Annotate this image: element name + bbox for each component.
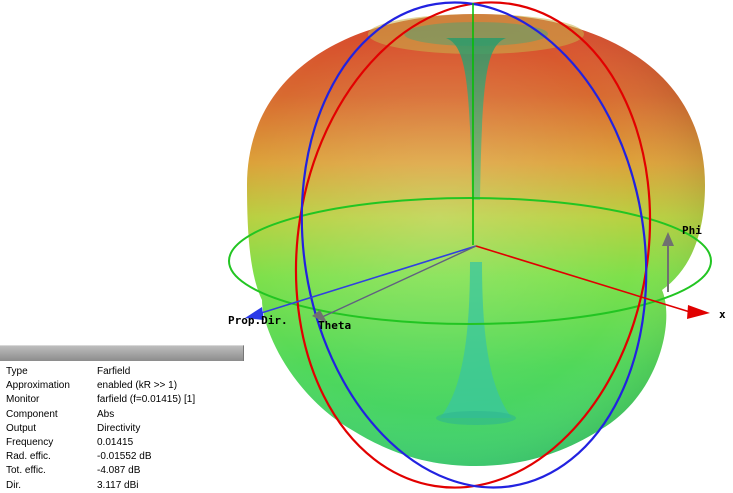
info-value: 3.117 dBi bbox=[97, 479, 139, 491]
info-row: Tot. effic. -4.087 dB bbox=[6, 464, 242, 478]
info-table: Type Farfield Approximation enabled (kR >> … bbox=[6, 365, 242, 493]
info-row: Output Directivity bbox=[6, 422, 242, 436]
info-value: Abs bbox=[97, 408, 115, 420]
info-key: Monitor bbox=[6, 394, 40, 406]
prop-dir-label: Prop.Dir. bbox=[228, 314, 288, 327]
radiation-pattern-surface bbox=[247, 14, 705, 466]
info-row: Approximation enabled (kR >> 1) bbox=[6, 379, 242, 393]
info-value: -0.01552 dB bbox=[97, 451, 152, 463]
info-value: 0.01415 bbox=[97, 436, 134, 448]
info-key: Output bbox=[6, 422, 37, 434]
info-row: Type Farfield bbox=[6, 365, 242, 379]
info-panel-header[interactable] bbox=[0, 345, 244, 361]
info-row: Monitor farfield (f=0.01415) [1] bbox=[6, 393, 242, 407]
x-axis-label: x bbox=[719, 308, 726, 321]
info-key: Dir. bbox=[6, 479, 21, 491]
farfield-info-panel: Type Farfield Approximation enabled (kR >> … bbox=[0, 345, 244, 493]
phi-label: Phi bbox=[682, 224, 702, 237]
info-value: Directivity bbox=[97, 422, 141, 434]
theta-label: Theta bbox=[318, 319, 352, 332]
info-key: Approximation bbox=[6, 380, 70, 392]
info-row: Frequency 0.01415 bbox=[6, 436, 242, 450]
info-key: Frequency bbox=[6, 436, 54, 448]
info-row: Dir. 3.117 dBi bbox=[6, 479, 242, 493]
info-key: Tot. effic. bbox=[6, 465, 46, 477]
info-value: farfield (f=0.01415) [1] bbox=[97, 394, 196, 406]
info-value: Farfield bbox=[97, 366, 131, 377]
info-row: Rad. effic. -0.01552 dB bbox=[6, 450, 242, 464]
info-value: -4.087 dB bbox=[97, 465, 141, 477]
info-row: Component Abs bbox=[6, 408, 242, 422]
info-key: Component bbox=[6, 408, 58, 420]
x-axis-arrow bbox=[687, 305, 710, 319]
info-key: Type bbox=[6, 366, 28, 377]
info-value: enabled (kR >> 1) bbox=[97, 380, 178, 392]
info-key: Rad. effic. bbox=[6, 451, 51, 463]
